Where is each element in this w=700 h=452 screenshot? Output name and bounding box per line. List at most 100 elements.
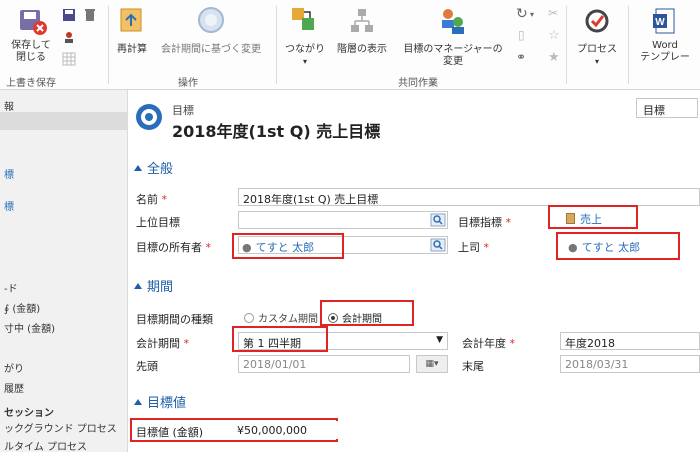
change-manager-icon <box>442 9 464 34</box>
hierarchy-button[interactable]: 階層の表示 <box>332 6 392 58</box>
connection-icon <box>292 8 314 30</box>
save-group-label: 上書き保存 <box>6 78 56 89</box>
goal-metric-label: 目標指標 * <box>458 216 511 229</box>
section-title: 目標値 <box>147 396 187 411</box>
section-title: 期間 <box>147 280 174 295</box>
form-selector[interactable]: 目標 <box>636 98 698 118</box>
page-title: 2018年度(1st Q) 売上目標 <box>172 122 381 141</box>
goal-metric-field[interactable]: 売上 <box>566 211 602 227</box>
dropdown-arrow-icon: ▼ <box>436 335 443 345</box>
nav-item[interactable]: 標 <box>4 166 14 181</box>
name-field[interactable]: 2018年度(1st Q) 売上目標 <box>238 188 700 206</box>
collapse-icon <box>134 165 142 171</box>
entity-label: 目標 <box>172 104 194 117</box>
section-target[interactable]: 目標値 <box>134 392 186 411</box>
section-general[interactable]: 全般 <box>134 158 173 177</box>
collapse-icon <box>134 399 142 405</box>
fiscal-change-button[interactable]: 会計期間に基づく変更 <box>152 6 270 58</box>
calendar-button[interactable]: ▦▾ <box>416 355 448 373</box>
word-template-button[interactable]: W Word テンプレー <box>630 6 700 68</box>
star-filled-icon[interactable]: ★ <box>548 50 560 65</box>
name-label: 名前 * <box>136 193 167 206</box>
separator <box>628 6 629 84</box>
command-ribbon: 保存して 閉じる 上書き保存 再計算 会計期間に基づく変更 操作 つながり ▾ <box>0 0 700 90</box>
collapse-icon <box>134 283 142 289</box>
save-close-label: 保存して 閉じる <box>11 40 51 63</box>
process-label: プロセス <box>577 44 617 55</box>
recalculate-label: 再計算 <box>117 44 147 55</box>
connection-label: つながり <box>285 44 325 55</box>
connection-button[interactable]: つながり ▾ <box>280 6 330 66</box>
delete-icon[interactable] <box>84 8 96 22</box>
owner-value[interactable]: ● てすと 太郎 <box>242 239 314 255</box>
separator <box>108 6 109 84</box>
section-title: 全般 <box>147 162 174 177</box>
process-button[interactable]: プロセス ▾ <box>570 6 624 68</box>
start-date-field[interactable]: 2018/01/01 <box>238 355 410 373</box>
star-icon[interactable]: ☆ <box>548 28 560 43</box>
nav-item[interactable]: -ド <box>4 280 18 295</box>
manager-value[interactable]: ● てすと 太郎 <box>568 239 640 255</box>
owner-label: 目標の所有者 * <box>136 241 211 254</box>
refresh-icon[interactable]: ↻ <box>516 6 528 22</box>
link-icon[interactable]: ⚭ <box>516 50 526 64</box>
fiscal-year-select[interactable]: 年度2018 <box>560 332 700 350</box>
radio-empty-icon <box>244 313 254 323</box>
assign-icon[interactable] <box>62 30 76 44</box>
recalculate-button[interactable]: 再計算 <box>112 6 152 58</box>
target-amount-label: 目標値 (金額) <box>136 426 204 439</box>
nav-item[interactable]: セッション <box>4 404 54 419</box>
chevron-down-icon: ▾ <box>302 57 307 66</box>
word-template-label: Word テンプレー <box>640 40 690 63</box>
collab-group-label: 共同作業 <box>398 78 438 89</box>
save-close-button[interactable]: 保存して 閉じる <box>4 6 58 68</box>
nav-item[interactable]: 履歴 <box>4 380 24 395</box>
nav-item[interactable]: 標 <box>4 198 14 213</box>
start-date-label: 先頭 <box>136 360 158 373</box>
hierarchy-icon <box>351 9 373 32</box>
change-manager-button[interactable]: 目標のマネージャーの 変更 <box>394 6 512 68</box>
grid-icon[interactable] <box>62 52 76 66</box>
form-selector-label: 目標 <box>643 104 665 117</box>
nav-item[interactable]: ックグラウンド プロセス <box>4 420 117 435</box>
save-close-icon <box>20 10 47 35</box>
highlight-box <box>232 326 328 352</box>
user-icon: ● <box>242 241 252 254</box>
lookup-icon[interactable] <box>430 213 446 227</box>
nav-item[interactable]: 報 <box>4 98 14 113</box>
nav-item[interactable]: 寸中 (金額) <box>4 320 55 335</box>
target-circle-icon <box>198 7 224 33</box>
svg-text:W: W <box>655 17 665 28</box>
manager-label: 上司 * <box>458 241 489 254</box>
calendar-icon: ▦▾ <box>425 359 439 369</box>
lookup-icon[interactable] <box>430 238 446 252</box>
target-amount-field[interactable]: ¥50,000,000 <box>232 421 448 439</box>
fiscal-year-label: 会計年度 * <box>462 337 515 350</box>
change-manager-label: 目標のマネージャーの 変更 <box>403 44 503 67</box>
hierarchy-label: 階層の表示 <box>337 44 387 55</box>
section-period[interactable]: 期間 <box>134 276 173 295</box>
chevron-down-icon: ▾ <box>594 57 599 66</box>
fiscal-change-label: 会計期間に基づく変更 <box>161 44 261 55</box>
goal-icon <box>136 104 162 130</box>
custom-period-radio[interactable]: カスタム期間 <box>244 310 318 325</box>
nav-item[interactable]: ∮ (金額) <box>4 300 40 315</box>
nav-item[interactable]: ルタイム プロセス <box>4 438 87 452</box>
recalculate-icon <box>120 8 142 32</box>
chevron-down-icon: ▾ <box>530 10 535 19</box>
nav-item[interactable]: がり <box>4 360 24 375</box>
parent-goal-label: 上位目標 <box>136 216 180 229</box>
parent-goal-field[interactable] <box>238 211 448 229</box>
left-navigation: 報 標 標 -ド ∮ (金額) 寸中 (金額) がり 履歴 セッション ックグラ… <box>0 90 128 452</box>
radio-selected-icon <box>328 313 338 323</box>
fiscal-period-label: 会計期間 * <box>136 337 189 350</box>
cut-icon[interactable]: ✂ <box>548 6 558 20</box>
end-date-field[interactable]: 2018/03/31 <box>560 355 700 373</box>
separator <box>276 6 277 84</box>
fiscal-period-radio[interactable]: 会計期間 <box>328 310 382 325</box>
ops-group-label: 操作 <box>178 78 198 89</box>
save-icon[interactable] <box>62 8 76 22</box>
end-date-label: 末尾 <box>462 360 484 373</box>
document-icon[interactable]: ▯ <box>518 28 525 42</box>
user-icon: ● <box>568 241 578 254</box>
